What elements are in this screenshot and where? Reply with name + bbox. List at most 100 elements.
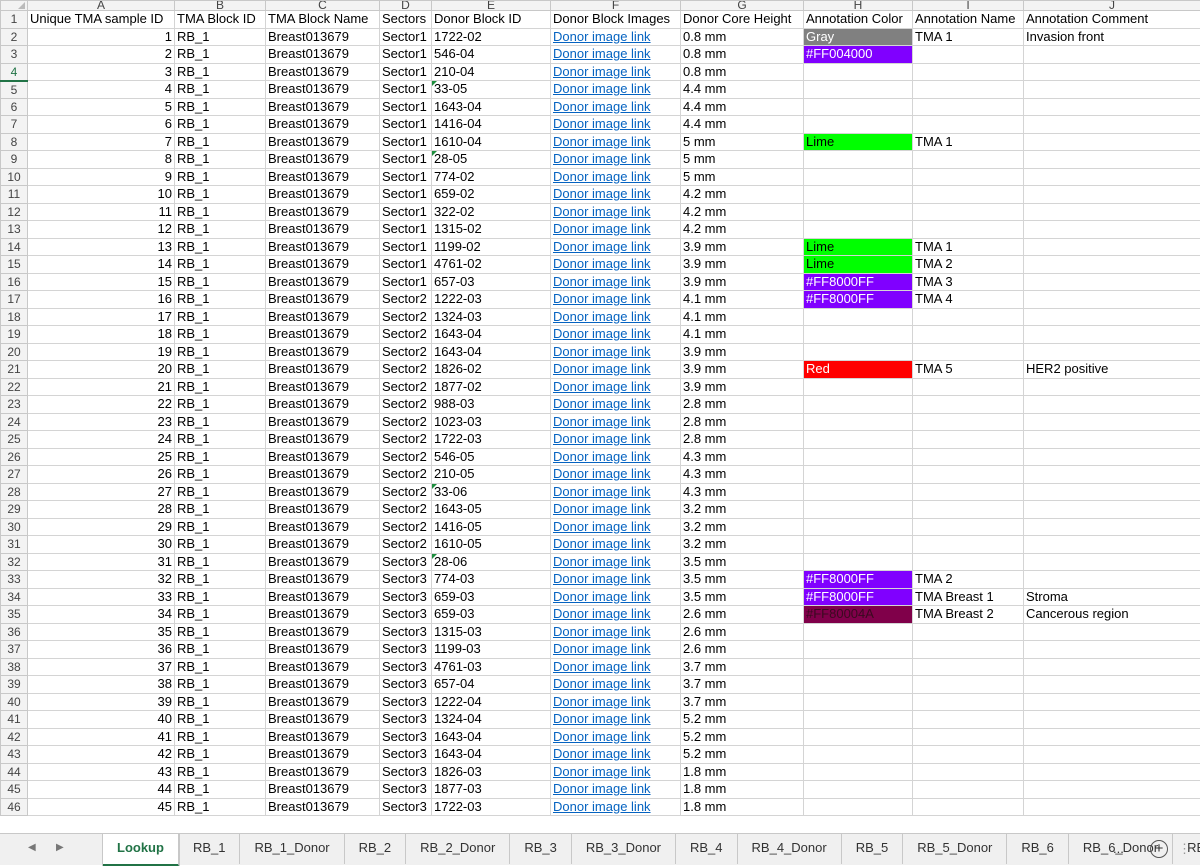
header-cell[interactable]: Annotation Comment xyxy=(1024,11,1200,29)
block-id-cell[interactable]: RB_1 xyxy=(175,98,266,116)
annotation-comment-cell[interactable] xyxy=(1024,693,1200,711)
block-name-cell[interactable]: Breast013679 xyxy=(266,28,380,46)
block-name-cell[interactable]: Breast013679 xyxy=(266,448,380,466)
block-name-cell[interactable]: Breast013679 xyxy=(266,728,380,746)
core-height-cell[interactable]: 5.2 mm xyxy=(681,728,804,746)
header-cell[interactable]: TMA Block Name xyxy=(266,11,380,29)
donor-image-link[interactable]: Donor image link xyxy=(551,326,681,344)
sector-cell[interactable]: Sector3 xyxy=(380,658,432,676)
donor-image-link[interactable]: Donor image link xyxy=(551,623,681,641)
donor-block-id-cell[interactable]: 1826-02 xyxy=(432,361,551,379)
sector-cell[interactable]: Sector2 xyxy=(380,361,432,379)
sector-cell[interactable]: Sector3 xyxy=(380,798,432,816)
block-id-cell[interactable]: RB_1 xyxy=(175,81,266,99)
annotation-name-cell[interactable] xyxy=(913,536,1024,554)
donor-block-id-cell[interactable]: 659-03 xyxy=(432,606,551,624)
annotation-comment-cell[interactable] xyxy=(1024,413,1200,431)
sample-id-cell[interactable]: 44 xyxy=(28,781,175,799)
annotation-comment-cell[interactable] xyxy=(1024,483,1200,501)
select-all-corner[interactable] xyxy=(1,1,28,11)
core-height-cell[interactable]: 2.8 mm xyxy=(681,431,804,449)
donor-image-link[interactable]: Donor image link xyxy=(551,273,681,291)
donor-block-id-cell[interactable]: 4761-03 xyxy=(432,658,551,676)
annotation-color-cell[interactable] xyxy=(804,501,913,519)
sector-cell[interactable]: Sector1 xyxy=(380,256,432,274)
annotation-comment-cell[interactable] xyxy=(1024,343,1200,361)
sector-cell[interactable]: Sector2 xyxy=(380,501,432,519)
sector-cell[interactable]: Sector2 xyxy=(380,518,432,536)
annotation-comment-cell[interactable] xyxy=(1024,728,1200,746)
core-height-cell[interactable]: 4.2 mm xyxy=(681,203,804,221)
annotation-comment-cell[interactable] xyxy=(1024,448,1200,466)
annotation-comment-cell[interactable] xyxy=(1024,221,1200,239)
row-number[interactable]: 13 xyxy=(1,221,28,239)
sample-id-cell[interactable]: 33 xyxy=(28,588,175,606)
donor-image-link[interactable]: Donor image link xyxy=(551,116,681,134)
core-height-cell[interactable]: 3.2 mm xyxy=(681,518,804,536)
sector-cell[interactable]: Sector3 xyxy=(380,763,432,781)
donor-image-link[interactable]: Donor image link xyxy=(551,308,681,326)
core-height-cell[interactable]: 3.9 mm xyxy=(681,378,804,396)
header-cell[interactable]: Donor Core Height xyxy=(681,11,804,29)
annotation-color-cell[interactable]: Lime xyxy=(804,256,913,274)
donor-image-link[interactable]: Donor image link xyxy=(551,431,681,449)
core-height-cell[interactable]: 4.1 mm xyxy=(681,291,804,309)
annotation-name-cell[interactable] xyxy=(913,186,1024,204)
core-height-cell[interactable]: 5.2 mm xyxy=(681,746,804,764)
block-id-cell[interactable]: RB_1 xyxy=(175,273,266,291)
core-height-cell[interactable]: 3.7 mm xyxy=(681,658,804,676)
row-number[interactable]: 12 xyxy=(1,203,28,221)
sector-cell[interactable]: Sector2 xyxy=(380,448,432,466)
row-number[interactable]: 23 xyxy=(1,396,28,414)
annotation-color-cell[interactable]: Lime xyxy=(804,133,913,151)
row-number[interactable]: 42 xyxy=(1,728,28,746)
annotation-color-cell[interactable] xyxy=(804,483,913,501)
annotation-comment-cell[interactable] xyxy=(1024,431,1200,449)
donor-block-id-cell[interactable]: 28-05 xyxy=(432,151,551,169)
donor-image-link[interactable]: Donor image link xyxy=(551,413,681,431)
donor-image-link[interactable]: Donor image link xyxy=(551,536,681,554)
header-cell[interactable]: Annotation Name xyxy=(913,11,1024,29)
row-number[interactable]: 43 xyxy=(1,746,28,764)
annotation-comment-cell[interactable] xyxy=(1024,46,1200,64)
donor-block-id-cell[interactable]: 657-04 xyxy=(432,676,551,694)
column-header-b[interactable]: B xyxy=(175,1,266,11)
donor-image-link[interactable]: Donor image link xyxy=(551,28,681,46)
block-name-cell[interactable]: Breast013679 xyxy=(266,466,380,484)
annotation-color-cell[interactable] xyxy=(804,396,913,414)
core-height-cell[interactable]: 3.5 mm xyxy=(681,588,804,606)
plus-circle-icon[interactable]: + xyxy=(1150,840,1168,858)
block-name-cell[interactable]: Breast013679 xyxy=(266,501,380,519)
annotation-color-cell[interactable] xyxy=(804,221,913,239)
header-cell[interactable]: Donor Block ID xyxy=(432,11,551,29)
row-number[interactable]: 1 xyxy=(1,11,28,29)
row-number[interactable]: 28 xyxy=(1,483,28,501)
header-cell[interactable]: TMA Block ID xyxy=(175,11,266,29)
row-number[interactable]: 16 xyxy=(1,273,28,291)
block-name-cell[interactable]: Breast013679 xyxy=(266,203,380,221)
core-height-cell[interactable]: 5.2 mm xyxy=(681,711,804,729)
sample-id-cell[interactable]: 5 xyxy=(28,98,175,116)
sample-id-cell[interactable]: 39 xyxy=(28,693,175,711)
header-cell[interactable]: Sectors xyxy=(380,11,432,29)
sample-id-cell[interactable]: 2 xyxy=(28,46,175,64)
block-id-cell[interactable]: RB_1 xyxy=(175,501,266,519)
block-id-cell[interactable]: RB_1 xyxy=(175,606,266,624)
core-height-cell[interactable]: 4.3 mm xyxy=(681,466,804,484)
annotation-name-cell[interactable] xyxy=(913,693,1024,711)
donor-block-id-cell[interactable]: 1722-03 xyxy=(432,798,551,816)
annotation-name-cell[interactable] xyxy=(913,378,1024,396)
sample-id-cell[interactable]: 40 xyxy=(28,711,175,729)
block-id-cell[interactable]: RB_1 xyxy=(175,746,266,764)
core-height-cell[interactable]: 3.2 mm xyxy=(681,501,804,519)
sheet-tab-rb-4[interactable]: RB_4 xyxy=(676,834,738,864)
donor-block-id-cell[interactable]: 33-05 xyxy=(432,81,551,99)
donor-image-link[interactable]: Donor image link xyxy=(551,203,681,221)
donor-block-id-cell[interactable]: 1199-03 xyxy=(432,641,551,659)
core-height-cell[interactable]: 3.9 mm xyxy=(681,343,804,361)
annotation-comment-cell[interactable] xyxy=(1024,186,1200,204)
sample-id-cell[interactable]: 11 xyxy=(28,203,175,221)
donor-block-id-cell[interactable]: 657-03 xyxy=(432,273,551,291)
core-height-cell[interactable]: 4.2 mm xyxy=(681,186,804,204)
annotation-name-cell[interactable]: TMA 1 xyxy=(913,238,1024,256)
